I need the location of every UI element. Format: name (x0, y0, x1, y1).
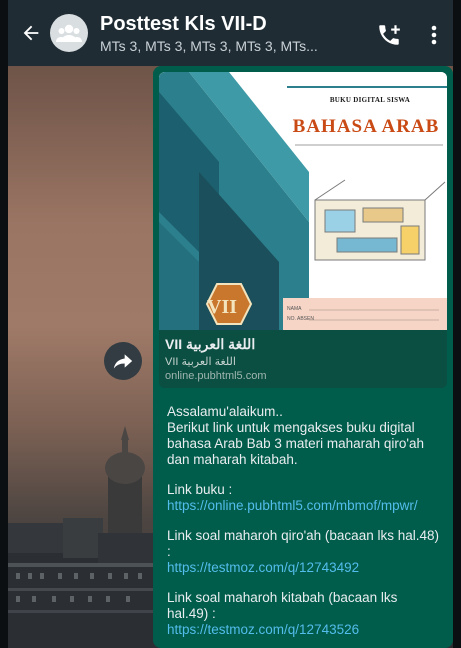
kitabah-link[interactable]: https://testmoz.com/q/12743526 (167, 622, 359, 637)
add-call-button[interactable] (376, 22, 402, 48)
message-bubble[interactable]: BUKU DIGITAL SISWA BAHASA ARAB VII NAMA … (153, 66, 453, 648)
qiroah-link-label: Link soal maharoh qiro'ah (bacaan lks ha… (167, 528, 439, 559)
cover-field-absen: NO. ABSEN (287, 316, 314, 322)
group-avatar[interactable] (50, 14, 88, 52)
back-button[interactable] (16, 18, 46, 48)
book-link-label: Link buku : (167, 482, 233, 497)
kitabah-link-block: Link soal maharoh kitabah (bacaan lks ha… (167, 590, 441, 638)
message-greeting: Assalamu'alaikum.. (167, 404, 283, 419)
add-call-icon (379, 25, 400, 45)
message-intro: Berikut link untuk mengakses buku digita… (167, 420, 424, 467)
link-preview-title: VII اللغة العربية (165, 336, 256, 352)
cover-artwork (159, 72, 447, 330)
qiroah-link-block: Link soal maharoh qiro'ah (bacaan lks ha… (167, 528, 441, 576)
chat-participants: MTs 3, MTs 3, MTs 3, MTs 3, MTs... (100, 37, 318, 54)
book-link[interactable]: https://online.pubhtml5.com/mbmof/mpwr/ (167, 498, 418, 513)
book-link-block: Link buku : https://online.pubhtml5.com/… (167, 482, 441, 514)
forward-icon (113, 354, 133, 369)
chat-screen: Posttest Kls VII-D MTs 3, MTs 3, MTs 3, … (8, 0, 453, 648)
arrow-left-icon (23, 25, 39, 41)
chat-title: Posttest Kls VII-D (100, 12, 267, 35)
link-preview-url: online.pubhtml5.com (165, 370, 267, 382)
link-preview-description: VII اللغة العربية (165, 356, 236, 368)
chat-header: Posttest Kls VII-D MTs 3, MTs 3, MTs 3, … (8, 0, 453, 66)
qiroah-link[interactable]: https://testmoz.com/q/12743492 (167, 560, 359, 575)
group-icon (56, 24, 82, 42)
forward-button[interactable] (104, 342, 142, 380)
link-preview[interactable]: BUKU DIGITAL SISWA BAHASA ARAB VII NAMA … (159, 72, 447, 388)
cover-eyebrow: BUKU DIGITAL SISWA (329, 96, 411, 104)
kitabah-link-label: Link soal maharoh kitabah (bacaan lks ha… (167, 590, 398, 621)
cover-subtitle-line (295, 144, 443, 146)
message-intro-block: Assalamu'alaikum.. Berikut link untuk me… (167, 404, 441, 468)
link-preview-meta: VII اللغة العربية VII اللغة العربية onli… (159, 330, 447, 388)
cover-grade-badge: VII (207, 296, 238, 318)
chat-title-block[interactable]: Posttest Kls VII-D MTs 3, MTs 3, MTs 3, … (100, 13, 350, 54)
cover-title: BAHASA ARAB (292, 116, 440, 137)
book-cover-image: BUKU DIGITAL SISWA BAHASA ARAB VII NAMA … (159, 72, 447, 330)
more-vertical-icon (431, 25, 437, 45)
cover-field-name: NAMA (287, 306, 302, 312)
more-options-button[interactable] (426, 22, 442, 48)
message-text: Assalamu'alaikum.. Berikut link untuk me… (159, 388, 447, 638)
